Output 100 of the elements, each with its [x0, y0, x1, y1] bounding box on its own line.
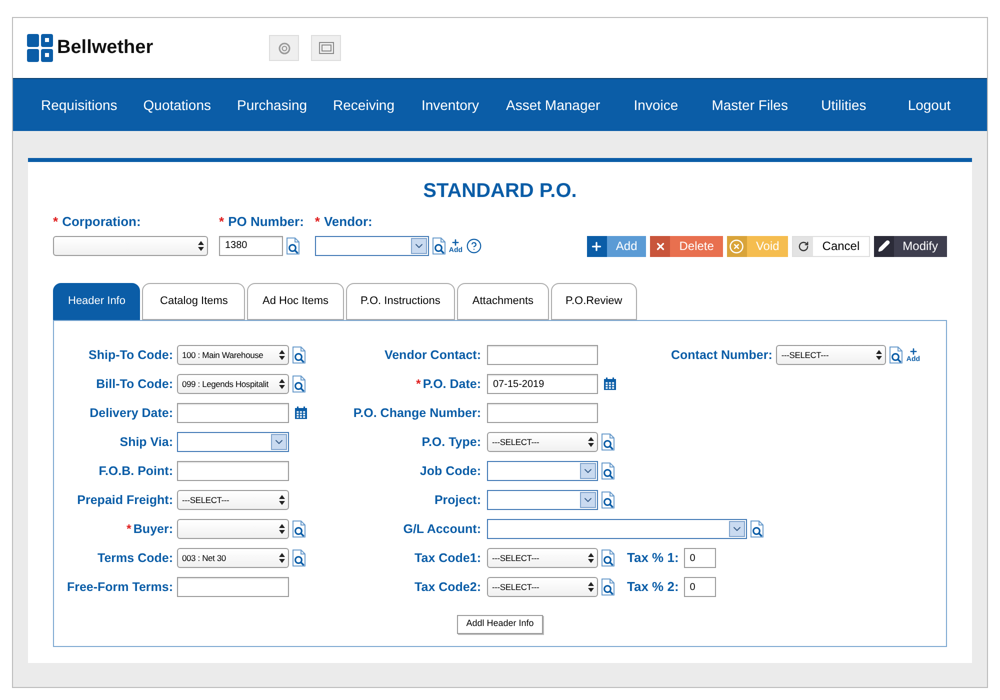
lookup-icon[interactable] — [286, 236, 300, 254]
required-mark: * — [416, 376, 421, 393]
dropdown-button[interactable] — [580, 463, 596, 479]
text-field[interactable] — [177, 461, 289, 481]
select-field[interactable]: 099 : Legends Hospitalit — [177, 374, 289, 394]
field-label: Tax % 1: — [627, 549, 679, 568]
select-field[interactable]: ---SELECT--- — [487, 432, 598, 452]
lookup-icon[interactable] — [889, 346, 904, 364]
logo-text: Bellwether — [57, 36, 154, 60]
nav-menu-item[interactable]: Logout — [887, 94, 971, 116]
dropdown-field[interactable] — [487, 461, 598, 481]
text-field[interactable]: 0 — [684, 577, 716, 597]
select-field[interactable]: 003 : Net 30 — [177, 548, 289, 568]
required-mark: * — [219, 213, 224, 231]
field-label: Free-Form Terms: — [66, 578, 173, 596]
field-label: Terms Code: — [98, 550, 173, 567]
lookup-icon[interactable] — [601, 549, 615, 567]
dropdown-button[interactable] — [410, 238, 427, 254]
dropdown-field[interactable] — [314, 236, 429, 256]
updown-arrow-icon — [279, 553, 285, 563]
dropdown-field[interactable] — [177, 432, 289, 452]
text-field[interactable] — [177, 403, 289, 423]
lookup-icon[interactable] — [292, 520, 306, 538]
dropdown-field[interactable] — [487, 490, 598, 510]
tab[interactable]: Catalog Items — [142, 282, 246, 320]
lookup-icon[interactable] — [292, 346, 306, 364]
field-label: P.O. Type: — [422, 434, 481, 451]
field-label: Ship-To Code: — [88, 346, 173, 364]
field-label: PO Number: — [228, 213, 304, 231]
lookup-icon[interactable] — [292, 549, 306, 567]
text-field[interactable]: 07-15-2019 — [487, 374, 598, 394]
select-field[interactable] — [53, 236, 208, 256]
dropdown-button[interactable] — [271, 434, 287, 450]
updown-arrow-icon — [588, 437, 594, 447]
nav-menu-item[interactable]: Requisitions — [29, 94, 130, 116]
field-label: Vendor: — [324, 213, 372, 231]
nav-menu-item[interactable]: Asset Manager — [494, 94, 612, 116]
lookup-icon[interactable] — [601, 433, 615, 451]
calendar-icon[interactable] — [294, 406, 308, 420]
text-field[interactable] — [177, 577, 289, 597]
plus-icon — [451, 238, 460, 246]
updown-arrow-icon — [588, 553, 594, 563]
dropdown-button[interactable] — [580, 492, 596, 508]
required-mark: * — [314, 213, 320, 231]
nav-menu-item[interactable]: Purchasing — [224, 94, 320, 116]
select-field[interactable]: ---SELECT--- — [177, 490, 289, 510]
nav-menu-item[interactable]: Master Files — [700, 94, 800, 116]
text-field[interactable] — [487, 345, 598, 365]
support-button[interactable] — [269, 35, 299, 61]
nav-menu-item[interactable]: Invoice — [614, 94, 698, 116]
lookup-icon[interactable] — [750, 520, 764, 538]
select-field[interactable]: ---SELECT--- — [487, 577, 598, 597]
field-label: Delivery Date: — [90, 404, 173, 422]
field-label: Bill-To Code: — [96, 376, 173, 393]
refresh-icon — [798, 240, 809, 252]
field-label: P.O. Change Number: — [353, 404, 481, 422]
nav-menu-item[interactable]: Utilities — [802, 94, 886, 116]
text-field[interactable] — [487, 403, 598, 423]
field-label: Corporation: — [62, 213, 141, 231]
lookup-icon[interactable] — [601, 491, 615, 509]
field-label: Job Code: — [420, 462, 481, 480]
updown-arrow-icon — [876, 350, 882, 360]
nav-menu-item[interactable]: Inventory — [408, 94, 492, 116]
tab[interactable]: Ad Hoc Items — [247, 282, 344, 320]
select-field[interactable] — [177, 519, 289, 539]
field-label: F.O.B. Point: — [98, 462, 173, 480]
field-label: Ship Via: — [120, 434, 173, 451]
addl-header-info-button[interactable]: Addl Header Info — [457, 614, 543, 634]
cancel-button[interactable]: Cancel — [792, 236, 870, 256]
plus-icon — [590, 240, 604, 252]
tab[interactable]: P.O. Instructions — [346, 282, 456, 320]
text-field[interactable]: 0 — [684, 548, 716, 568]
tab[interactable]: Header Info — [53, 282, 140, 320]
plus-icon — [908, 347, 918, 356]
nav-menu-item[interactable]: Receiving — [321, 94, 407, 116]
select-field[interactable]: ---SELECT--- — [487, 548, 598, 568]
nav-menu-item[interactable]: Quotations — [131, 94, 223, 116]
fullscreen-button[interactable] — [311, 35, 341, 61]
dropdown-button[interactable] — [729, 521, 745, 537]
lookup-icon[interactable] — [292, 375, 306, 393]
calendar-icon[interactable] — [603, 377, 617, 391]
lookup-icon[interactable] — [601, 462, 615, 480]
select-field[interactable]: 100 : Main Warehouse — [177, 345, 289, 365]
lookup-icon[interactable] — [601, 578, 615, 596]
tab[interactable]: Attachments — [457, 282, 549, 320]
field-label: Project: — [434, 492, 481, 509]
dropdown-field[interactable] — [487, 519, 747, 539]
updown-arrow-icon — [198, 240, 204, 250]
help-icon[interactable] — [466, 238, 482, 254]
tab[interactable]: P.O.Review — [550, 282, 638, 320]
select-field[interactable]: ---SELECT--- — [776, 345, 886, 365]
lookup-icon[interactable] — [432, 236, 446, 254]
updown-arrow-icon — [588, 582, 594, 592]
field-label: Buyer: — [133, 520, 173, 538]
pencil-icon — [878, 240, 890, 252]
field-label: Vendor Contact: — [384, 346, 481, 364]
required-mark: * — [53, 213, 58, 231]
field-label: Tax % 2: — [627, 578, 679, 596]
field-label: Contact Number: — [670, 346, 772, 364]
text-field[interactable]: 1380 — [219, 236, 283, 256]
